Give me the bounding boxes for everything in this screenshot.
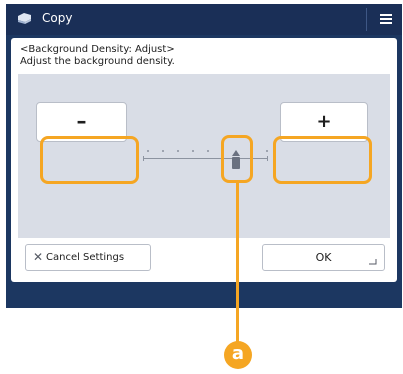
scale-tick [267, 156, 268, 161]
cancel-settings-button[interactable]: ✕ Cancel Settings [25, 244, 151, 271]
callout-line [236, 181, 239, 344]
scale-tick [143, 156, 144, 161]
enter-icon [369, 259, 377, 265]
cancel-settings-label: Cancel Settings [46, 252, 125, 263]
dialog-heading: <Background Density: Adjust> [20, 44, 175, 55]
title-bar-divider [366, 8, 367, 31]
ok-label: OK [315, 251, 332, 264]
scale-dot [147, 150, 149, 152]
scale-dot [266, 150, 268, 152]
copy-app-icon [18, 13, 31, 24]
slider-highlight [221, 135, 253, 183]
app-title: Copy [42, 11, 73, 25]
menu-button[interactable] [368, 4, 402, 35]
plus-button-highlight [273, 136, 372, 184]
dialog-text: <Background Density: Adjust> Adjust the … [20, 44, 175, 68]
scale-dot [177, 150, 179, 152]
title-bar: Copy [6, 4, 402, 35]
dialog-instruction: Adjust the background density. [20, 56, 175, 67]
menu-icon [380, 14, 392, 24]
scale-dot [207, 150, 209, 152]
callout-badge: a [224, 341, 252, 369]
close-icon: ✕ [33, 250, 44, 264]
scale-dot [162, 150, 164, 152]
minus-button-highlight [40, 136, 139, 184]
ok-button[interactable]: OK [262, 244, 385, 271]
scale-dot [192, 150, 194, 152]
